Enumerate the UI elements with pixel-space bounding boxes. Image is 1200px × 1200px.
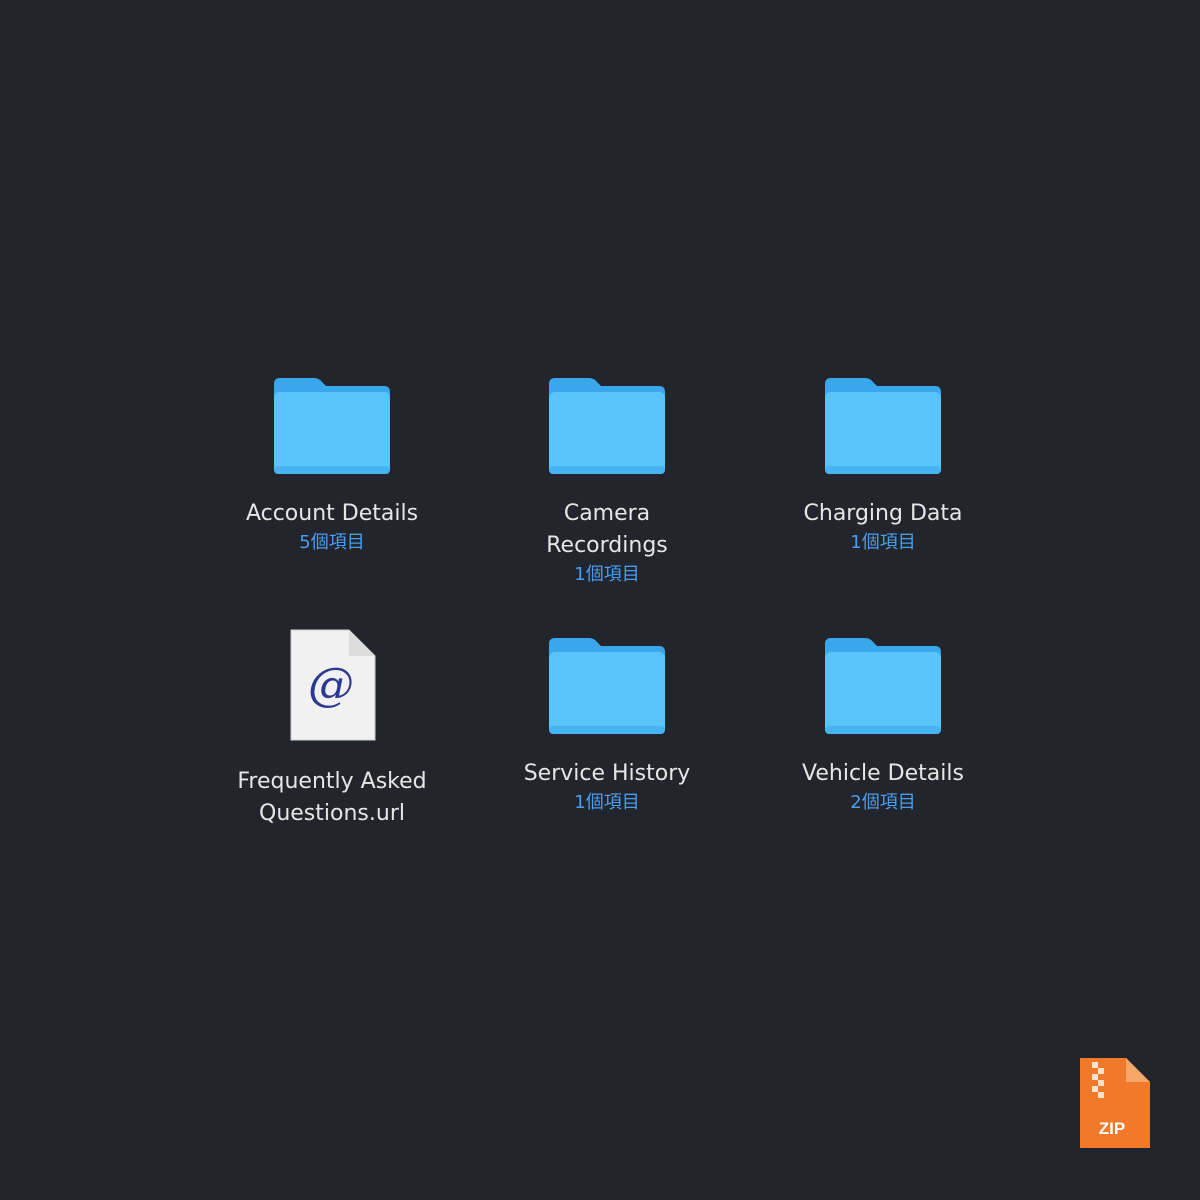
url-document-icon: @ xyxy=(272,624,392,744)
folder-account-details[interactable]: Account Details 5個項目 xyxy=(222,356,442,556)
folder-vehicle-details[interactable]: Vehicle Details 2個項目 xyxy=(773,616,993,816)
folder-camera-recordings[interactable]: Camera Recordings 1個項目 xyxy=(497,356,717,588)
at-sign-glyph: @ xyxy=(308,657,354,711)
item-count: 1個項目 xyxy=(574,792,640,813)
item-count: 1個項目 xyxy=(574,564,640,585)
item-name: Frequently Asked Questions.url xyxy=(237,769,427,826)
folder-service-history[interactable]: Service History 1個項目 xyxy=(497,616,717,816)
zip-archive-icon[interactable]: ZIP xyxy=(1078,1056,1152,1150)
folder-icon xyxy=(823,356,943,476)
item-count: 2個項目 xyxy=(850,792,916,813)
zip-label: ZIP xyxy=(1099,1119,1125,1138)
folder-icon xyxy=(823,616,943,736)
item-count: 1個項目 xyxy=(850,532,916,553)
folder-icon xyxy=(272,356,392,476)
item-count: 5個項目 xyxy=(299,532,365,553)
item-name: Vehicle Details xyxy=(802,761,964,786)
folder-charging-data[interactable]: Charging Data 1個項目 xyxy=(773,356,993,556)
folder-icon xyxy=(547,356,667,476)
desktop: Account Details 5個項目 Camera Recordings 1… xyxy=(0,0,1200,1200)
item-name: Account Details xyxy=(245,501,419,526)
item-name: Service History xyxy=(523,761,691,786)
item-name: Charging Data xyxy=(803,501,963,526)
file-frequently-asked-questions[interactable]: @ Frequently Asked Questions.url xyxy=(222,624,442,830)
item-name: Camera Recordings xyxy=(546,501,668,558)
folder-icon xyxy=(547,616,667,736)
